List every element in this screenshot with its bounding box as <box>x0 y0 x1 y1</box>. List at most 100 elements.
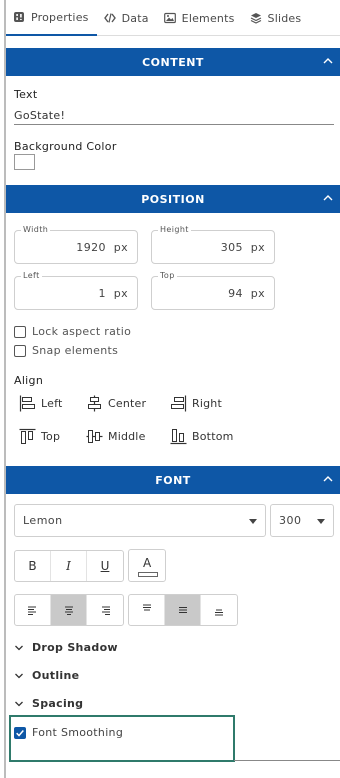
background-color-swatch[interactable] <box>14 154 35 170</box>
outline-expander[interactable]: Outline <box>14 669 79 682</box>
align-center-icon <box>88 395 101 412</box>
align-label: Bottom <box>192 430 234 443</box>
align-middle-button[interactable]: Middle <box>86 428 146 445</box>
font-family-select[interactable]: Lemon <box>14 504 266 537</box>
align-middle-icon <box>86 430 103 443</box>
layers-icon <box>250 12 262 24</box>
chevron-down-icon <box>15 645 23 650</box>
properties-panel: Properties Data Elements Slides CONTENT … <box>0 0 340 778</box>
select-value: Lemon <box>23 514 63 527</box>
section-title: POSITION <box>141 192 205 206</box>
caret-down-icon <box>317 519 325 524</box>
spacing-expander[interactable]: Spacing <box>14 697 83 710</box>
checkmark-icon <box>16 729 24 737</box>
align-right-icon <box>171 395 187 412</box>
vertical-align-bottom-icon <box>215 609 223 616</box>
align-label: Align <box>14 374 44 387</box>
vertical-align-middle-button[interactable] <box>165 595 201 625</box>
vertical-align-top-button[interactable] <box>129 595 165 625</box>
italic-button[interactable]: I <box>51 551 87 581</box>
field-label: Height <box>158 225 191 234</box>
tab-label: Properties <box>31 10 89 24</box>
divider <box>234 760 340 761</box>
font-color-swatch <box>138 572 158 577</box>
expander-label: Outline <box>32 669 80 682</box>
font-color-letter: A <box>143 556 152 570</box>
section-title: CONTENT <box>142 55 204 69</box>
align-left-button[interactable]: Left <box>19 395 63 412</box>
image-icon <box>163 12 176 24</box>
text-align-right-button[interactable] <box>87 595 123 625</box>
checkbox-label: Font Smoothing <box>32 726 124 739</box>
field-value: 1920 px <box>76 241 128 254</box>
chevron-up-icon[interactable] <box>322 55 334 67</box>
position-section-header[interactable]: POSITION <box>6 185 340 213</box>
field-label: Width <box>21 225 51 234</box>
font-smoothing-checkbox[interactable]: Font Smoothing <box>14 726 123 739</box>
font-weight-select[interactable]: 300 <box>270 504 334 537</box>
code-icon <box>103 12 116 24</box>
tab-elements[interactable]: Elements <box>157 0 243 36</box>
font-section-header[interactable]: FONT <box>6 466 340 494</box>
text-align-group <box>14 594 124 626</box>
top-field[interactable]: Top 94 px <box>151 271 275 310</box>
checkbox-label: Snap elements <box>32 344 119 357</box>
lock-aspect-ratio-checkbox[interactable]: Lock aspect ratio <box>14 325 131 338</box>
align-right-button[interactable]: Right <box>170 395 222 412</box>
height-field[interactable]: Height 305 px <box>151 225 275 264</box>
expander-label: Drop Shadow <box>32 641 118 654</box>
checkbox-box[interactable] <box>14 726 26 739</box>
align-bottom-button[interactable]: Bottom <box>170 428 234 445</box>
text-align-right-icon <box>102 606 110 615</box>
scrollbar[interactable] <box>4 0 6 778</box>
properties-icon <box>13 11 25 23</box>
section-title: FONT <box>155 473 191 487</box>
field-label: Top <box>158 271 177 280</box>
align-top-button[interactable]: Top <box>19 428 60 445</box>
tab-slides[interactable]: Slides <box>243 0 310 36</box>
text-align-center-icon <box>64 606 73 615</box>
field-value: 94 px <box>228 287 265 300</box>
align-label: Left <box>41 397 63 410</box>
tab-label: Elements <box>181 11 235 25</box>
text-align-left-icon <box>27 606 36 615</box>
bold-button[interactable]: B <box>15 551 51 581</box>
align-label: Center <box>108 397 147 410</box>
align-label: Top <box>41 430 61 443</box>
align-bottom-icon <box>170 429 187 445</box>
content-section-header[interactable]: CONTENT <box>6 48 340 76</box>
drop-shadow-expander[interactable]: Drop Shadow <box>14 641 118 654</box>
vertical-align-group <box>128 594 238 626</box>
left-field[interactable]: Left 1 px <box>14 271 138 310</box>
tab-properties[interactable]: Properties <box>6 0 97 36</box>
text-align-left-button[interactable] <box>15 595 51 625</box>
align-top-icon <box>19 428 36 444</box>
vertical-align-bottom-button[interactable] <box>201 595 237 625</box>
align-center-button[interactable]: Center <box>86 395 146 412</box>
width-field[interactable]: Width 1920 px <box>14 225 138 264</box>
tab-data[interactable]: Data <box>97 0 157 36</box>
text-label: Text <box>14 88 38 101</box>
field-value: 1 px <box>98 287 128 300</box>
field-label: Left <box>21 271 42 280</box>
snap-elements-checkbox[interactable]: Snap elements <box>14 344 118 357</box>
background-color-label: Background Color <box>14 140 117 153</box>
vertical-align-top-icon <box>142 604 151 611</box>
align-label: Middle <box>108 430 146 443</box>
text-align-center-button[interactable] <box>51 595 87 625</box>
checkbox-label: Lock aspect ratio <box>32 325 132 338</box>
caret-down-icon <box>249 519 257 524</box>
underline-button[interactable]: U <box>87 551 123 581</box>
text-input[interactable]: GoState! <box>14 108 334 125</box>
font-color-button[interactable]: A <box>128 549 166 582</box>
vertical-align-middle-icon <box>178 607 187 613</box>
tab-bar: Properties Data Elements Slides <box>6 0 340 36</box>
chevron-up-icon[interactable] <box>322 473 334 485</box>
select-value: 300 <box>279 514 302 527</box>
field-value: 305 px <box>220 241 265 254</box>
align-label: Right <box>192 397 222 410</box>
chevron-up-icon[interactable] <box>322 192 334 204</box>
checkbox-box[interactable] <box>14 325 26 338</box>
text-style-group: B I U <box>14 550 124 582</box>
checkbox-box[interactable] <box>14 344 26 357</box>
